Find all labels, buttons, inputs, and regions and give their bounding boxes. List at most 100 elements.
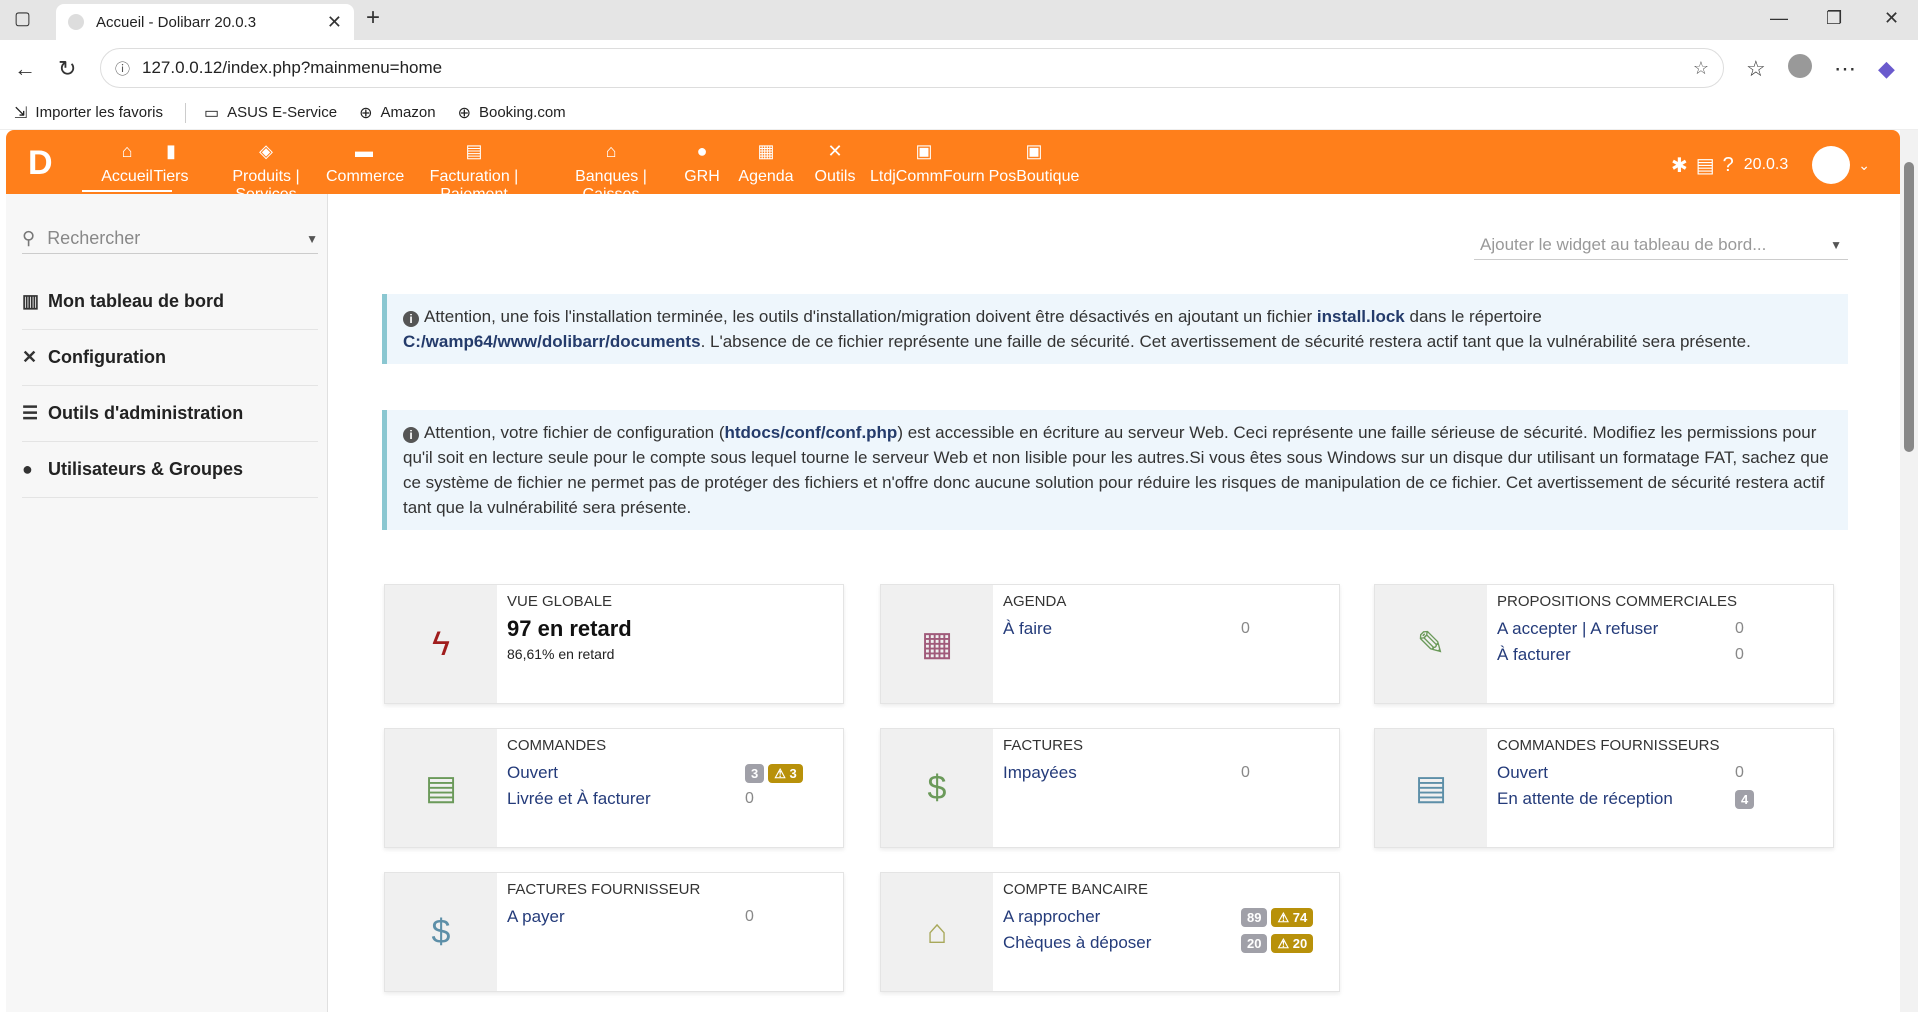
new-tab-icon[interactable]: + — [366, 4, 380, 32]
box-row[interactable]: Chèques à déposer 20 ⚠ 20 — [1003, 930, 1329, 956]
warning-install-lock: i Attention, une fois l'installation term… — [382, 294, 1848, 364]
bank-icon: ⌂ — [881, 873, 993, 991]
minimize-icon[interactable]: — — [1770, 8, 1788, 29]
menu-tiers[interactable]: ▮ Tiers — [146, 140, 196, 186]
box-row[interactable]: Livrée et À facturer 0 — [507, 786, 833, 812]
bookmark-booking[interactable]: ⊕ Booking.com — [458, 103, 566, 123]
main-content: Ajouter le widget au tableau de bord... … — [330, 194, 1900, 1012]
user-avatar[interactable] — [1812, 146, 1851, 184]
add-widget-select[interactable]: Ajouter le widget au tableau de bord... … — [1474, 230, 1848, 260]
tab-favicon-icon — [68, 14, 84, 30]
box-row[interactable]: Impayées 0 — [1003, 760, 1329, 786]
building-icon: ▮ — [166, 141, 176, 161]
box-row[interactable]: À faire 0 — [1003, 616, 1329, 642]
restore-icon[interactable]: ❐ — [1826, 8, 1842, 29]
invoice-icon: ▤ — [465, 141, 483, 161]
url-box[interactable]: ⓘ 127.0.0.12/index.php?mainmenu=home ☆ — [100, 48, 1724, 88]
warning-conf-writable: i Attention, votre fichier de configurati… — [382, 410, 1848, 530]
top-right-tools: ✱ ▤ ? 20.0.3 ⌄ — [1663, 146, 1870, 184]
menu-agenda[interactable]: ▦ Agenda — [736, 140, 796, 186]
dropdown-arrow-icon: ▼ — [1830, 237, 1842, 252]
cash-register-icon: ▣ — [1025, 141, 1043, 161]
back-icon[interactable]: ← — [14, 56, 36, 82]
chevron-down-icon[interactable]: ⌄ — [1858, 157, 1870, 174]
box-row[interactable]: A payer 0 — [507, 904, 833, 930]
warning-icon: ⚠ — [1277, 935, 1293, 951]
user-tie-icon: ● — [696, 141, 708, 161]
bolt-icon: ϟ — [385, 585, 497, 703]
menu-grh[interactable]: ● GRH — [682, 140, 722, 186]
server-icon: ☰ — [22, 403, 39, 423]
tools-icon: ✕ — [827, 141, 843, 161]
box-row[interactable]: A accepter | A refuser 0 — [1497, 616, 1823, 642]
dolibarr-logo[interactable]: D — [28, 146, 62, 180]
help-icon[interactable]: ? — [1723, 154, 1734, 177]
copilot-icon[interactable]: ◆ — [1878, 56, 1895, 82]
globe-icon: ⊕ — [359, 104, 373, 122]
calendar-icon: ▦ — [881, 585, 993, 703]
box-factures: $ FACTURES Impayées 0 — [880, 728, 1340, 848]
bookmarks-bar: ⇲ Importer les favoris ▭ ASUS E-Service ⊕ A… — [0, 96, 1918, 130]
cube-icon: ◈ — [259, 141, 273, 161]
count-badge[interactable]: 20 — [1241, 933, 1268, 953]
user-icon: ● — [22, 459, 33, 479]
file-icon: ▤ — [385, 729, 497, 847]
invoice-dollar-icon: $ — [881, 729, 993, 847]
page-scrollbar[interactable] — [1900, 130, 1918, 1012]
box-row[interactable]: Ouvert 3 ⚠ 3 — [507, 760, 833, 786]
search-placeholder: Rechercher — [47, 228, 141, 248]
bookmark-import[interactable]: ⇲ Importer les favoris — [14, 103, 163, 123]
search-input[interactable]: ⚲ Rechercher ▼ — [22, 224, 318, 254]
count-badge[interactable]: 3 — [745, 763, 765, 783]
globe-icon: ⊕ — [457, 104, 471, 122]
leftmenu-admin-tools[interactable]: ☰ Outils d'administration — [22, 386, 318, 442]
chart-icon: ▥ — [22, 291, 40, 311]
bug-icon[interactable]: ✱ — [1671, 153, 1688, 178]
scrollbar-thumb[interactable] — [1904, 162, 1914, 452]
leftmenu-dashboard[interactable]: ▥ Mon tableau de bord — [22, 274, 318, 330]
dropdown-arrow-icon[interactable]: ▼ — [306, 232, 318, 246]
late-badge[interactable]: ⚠ 20 — [1271, 933, 1314, 953]
tab-title: Accueil - Dolibarr 20.0.3 — [96, 13, 257, 31]
box-compte-bancaire: ⌂ COMPTE BANCAIRE A rapprocher 89 ⚠ 74 C… — [880, 872, 1340, 992]
leftmenu-configuration[interactable]: ✕ Configuration — [22, 330, 318, 386]
box-row[interactable]: A rapprocher 89 ⚠ 74 — [1003, 904, 1329, 930]
count-badge[interactable]: 89 — [1241, 907, 1268, 927]
close-window-icon[interactable]: ✕ — [1884, 8, 1899, 29]
url-text[interactable]: 127.0.0.12/index.php?mainmenu=home — [142, 58, 442, 78]
box-commandes-fournisseurs: ▤ COMMANDES FOURNISSEURS Ouvert 0 En atte… — [1374, 728, 1834, 848]
version-label: 20.0.3 — [1743, 156, 1789, 173]
menu-posboutique[interactable]: ▣ PosBoutique — [984, 140, 1084, 186]
box-row[interactable]: En attente de réception 4 — [1497, 786, 1823, 812]
bank-icon: ⌂ — [605, 141, 617, 161]
reload-icon[interactable]: ↻ — [58, 56, 76, 82]
briefcase-icon: ▬ — [355, 141, 373, 161]
favorites-icon[interactable]: ☆ — [1746, 56, 1766, 82]
more-icon[interactable]: ⋯ — [1834, 56, 1856, 82]
bookmark-divider — [184, 102, 186, 123]
late-badge[interactable]: ⚠ 74 — [1271, 907, 1314, 927]
menu-ltdjcommfourn[interactable]: ▣ LtdjCommFourn — [870, 140, 985, 186]
leftmenu-users-groups[interactable]: ● Utilisateurs & Groupes — [22, 442, 318, 498]
menu-outils[interactable]: ✕ Outils — [810, 140, 860, 186]
bookmark-asus[interactable]: ▭ ASUS E-Service — [204, 103, 337, 123]
browser-tabbar: ▢ Accueil - Dolibarr 20.0.3 ✕ + — ❐ ✕ — [0, 0, 1918, 40]
box-row[interactable]: À facturer 0 — [1497, 642, 1823, 668]
late-badge[interactable]: ⚠ 3 — [768, 763, 803, 783]
info-icon: i — [403, 427, 419, 443]
menu-commerce[interactable]: ▬ Commerce — [326, 140, 404, 186]
site-info-icon[interactable]: ⓘ — [115, 58, 130, 79]
profile-icon[interactable] — [1788, 54, 1812, 78]
calendar-icon: ▦ — [757, 141, 775, 161]
browser-tab[interactable]: Accueil - Dolibarr 20.0.3 ✕ — [56, 4, 354, 40]
sidebar-toggle-icon[interactable]: ▢ — [14, 8, 31, 29]
bookmark-amazon[interactable]: ⊕ Amazon — [359, 103, 435, 123]
late-count[interactable]: 97 en retard — [507, 616, 833, 642]
count-badge[interactable]: 4 — [1735, 789, 1755, 809]
favorite-star-icon[interactable]: ☆ — [1693, 58, 1709, 79]
print-icon[interactable]: ▤ — [1696, 153, 1715, 178]
invoice-dollar-icon: $ — [385, 873, 497, 991]
close-tab-icon[interactable]: ✕ — [327, 12, 342, 33]
box-propositions: ✎ PROPOSITIONS COMMERCIALES A accepter |… — [1374, 584, 1834, 704]
box-row[interactable]: Ouvert 0 — [1497, 760, 1823, 786]
